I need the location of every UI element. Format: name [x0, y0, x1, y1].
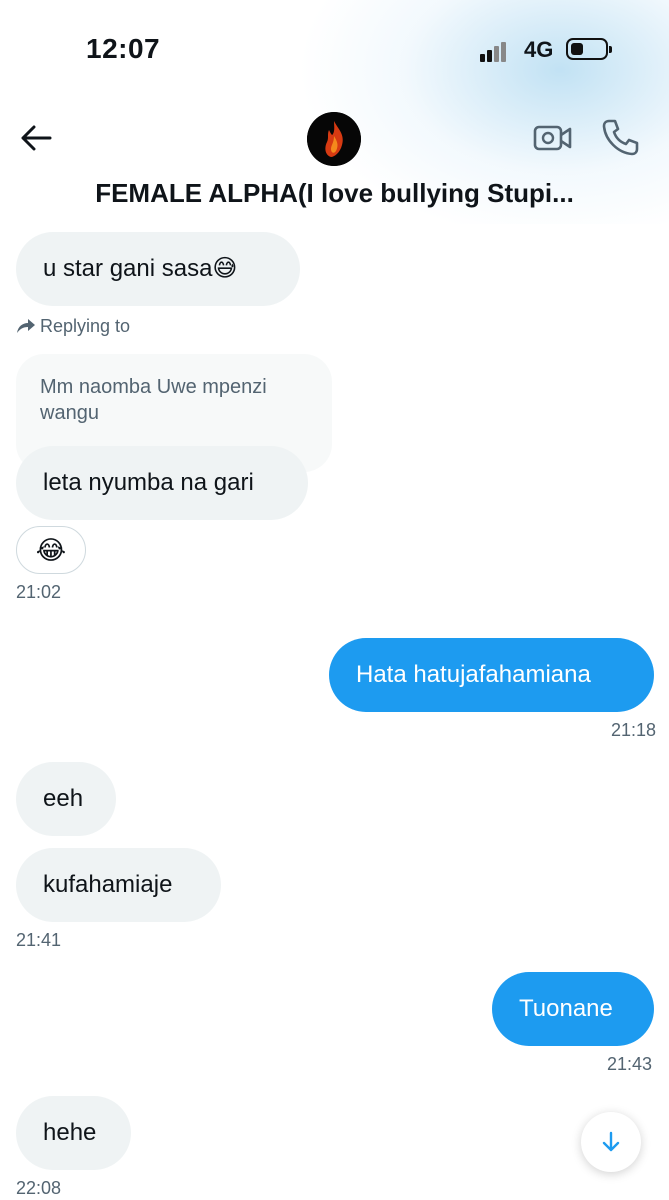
replying-label: Replying to — [40, 316, 131, 336]
message-timestamp: 21:02 — [16, 582, 62, 602]
status-time: 12:07 — [86, 33, 161, 64]
message-bubble[interactable]: leta nyumba na gari — [16, 446, 308, 520]
message-bubble[interactable]: kufahamiaje — [16, 848, 221, 922]
video-call-button[interactable] — [532, 118, 574, 158]
message-bubble[interactable]: eeh — [16, 762, 116, 836]
flame-icon — [307, 112, 361, 166]
message-bubble[interactable]: hehe — [16, 1096, 131, 1170]
message-timestamp: 21:41 — [16, 930, 62, 950]
scroll-down-arrow-icon — [602, 1131, 620, 1152]
contact-avatar[interactable] — [307, 112, 361, 166]
back-button[interactable] — [18, 120, 54, 156]
battery-icon — [566, 38, 612, 60]
conversation-header: FEMALE ALPHA(I love bullying Stupi... — [0, 100, 669, 224]
reaction-emoji[interactable]: 😂 — [16, 526, 86, 574]
phone-icon — [602, 119, 639, 156]
replying-arrow-icon — [17, 319, 35, 333]
back-arrow-icon — [21, 125, 52, 151]
status-bar: 12:07 4G — [0, 0, 669, 100]
message-timestamp: 21:18 — [611, 720, 657, 740]
replying-indicator: Replying to — [16, 316, 130, 337]
message-bubble[interactable]: u star gani sasa😅 — [16, 232, 300, 306]
scroll-to-bottom-button[interactable] — [581, 1112, 641, 1172]
phone-call-button[interactable] — [600, 116, 640, 158]
message-bubble-outgoing[interactable]: Tuonane — [492, 972, 654, 1046]
network-type: 4G — [524, 37, 554, 62]
conversation-title[interactable]: FEMALE ALPHA(I love bullying Stupi... — [0, 178, 669, 209]
video-call-icon — [533, 125, 572, 151]
message-timestamp: 21:43 — [607, 1054, 653, 1074]
message-timestamp: 22:08 — [16, 1178, 62, 1198]
signal-icon — [480, 40, 514, 62]
message-bubble-outgoing[interactable]: Hata hatujafahamiana — [329, 638, 654, 712]
